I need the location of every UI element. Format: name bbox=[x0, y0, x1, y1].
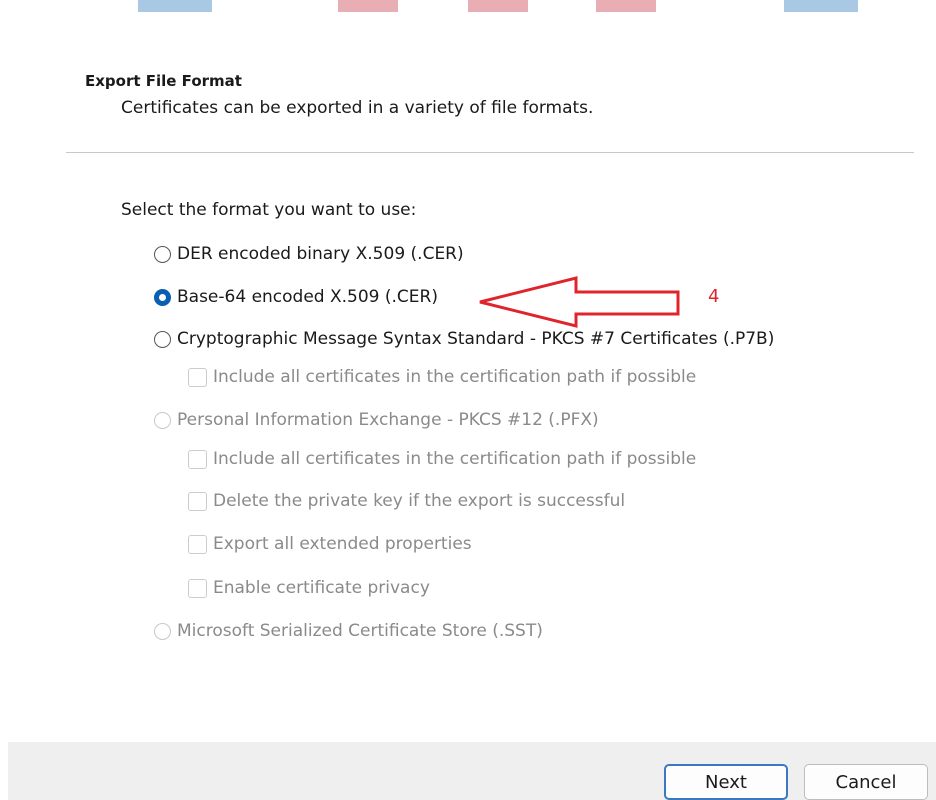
top-decoration-block bbox=[138, 0, 212, 12]
page-subtitle: Certificates can be exported in a variet… bbox=[121, 98, 594, 118]
radio-button[interactable] bbox=[154, 330, 171, 348]
checkbox[interactable] bbox=[188, 491, 207, 511]
cancel-button[interactable]: Cancel bbox=[804, 764, 928, 800]
checkbox-label: Export all extended properties bbox=[213, 534, 472, 554]
checkbox[interactable] bbox=[188, 367, 207, 387]
checkbox-pfx-delete-key[interactable]: Delete the private key if the export is … bbox=[188, 491, 625, 511]
format-prompt-label: Select the format you want to use: bbox=[121, 200, 417, 220]
header-divider bbox=[66, 152, 914, 153]
radio-option-der[interactable]: DER encoded binary X.509 (.CER) bbox=[154, 244, 464, 264]
checkbox-p7b-include-path[interactable]: Include all certificates in the certific… bbox=[188, 367, 696, 387]
checkbox-label: Include all certificates in the certific… bbox=[213, 449, 697, 469]
radio-option-label: Personal Information Exchange - PKCS #12… bbox=[177, 410, 599, 430]
checkbox-label: Enable certificate privacy bbox=[213, 578, 430, 598]
radio-button[interactable] bbox=[154, 622, 171, 640]
radio-option-label: DER encoded binary X.509 (.CER) bbox=[177, 244, 464, 264]
radio-button-selected[interactable] bbox=[154, 288, 171, 306]
top-decoration-block bbox=[596, 0, 656, 12]
radio-button[interactable] bbox=[154, 411, 171, 429]
checkbox-pfx-include-path[interactable]: Include all certificates in the certific… bbox=[188, 449, 696, 469]
top-decoration-block bbox=[468, 0, 528, 12]
checkbox[interactable] bbox=[188, 534, 207, 554]
radio-button[interactable] bbox=[154, 245, 171, 263]
radio-option-sst[interactable]: Microsoft Serialized Certificate Store (… bbox=[154, 621, 543, 641]
radio-option-pfx[interactable]: Personal Information Exchange - PKCS #12… bbox=[154, 410, 599, 430]
checkbox-pfx-privacy[interactable]: Enable certificate privacy bbox=[188, 578, 430, 598]
checkbox-label: Include all certificates in the certific… bbox=[213, 367, 697, 387]
checkbox[interactable] bbox=[188, 578, 207, 598]
checkbox-pfx-export-extended[interactable]: Export all extended properties bbox=[188, 534, 472, 554]
top-decoration-block bbox=[338, 0, 398, 12]
top-decoration-block bbox=[784, 0, 858, 12]
dialog-footer bbox=[8, 742, 936, 800]
radio-option-base64[interactable]: Base-64 encoded X.509 (.CER) bbox=[154, 287, 438, 307]
annotation-arrow-icon bbox=[479, 276, 680, 328]
annotation-step-number: 4 bbox=[708, 286, 720, 307]
radio-option-label: Base-64 encoded X.509 (.CER) bbox=[177, 287, 438, 307]
checkbox[interactable] bbox=[188, 449, 207, 469]
radio-option-label: Microsoft Serialized Certificate Store (… bbox=[177, 621, 543, 641]
next-button[interactable]: Next bbox=[664, 764, 788, 800]
export-file-format-page: Export File Format Certificates can be e… bbox=[0, 0, 936, 800]
page-title: Export File Format bbox=[85, 72, 242, 90]
checkbox-label: Delete the private key if the export is … bbox=[213, 491, 626, 511]
